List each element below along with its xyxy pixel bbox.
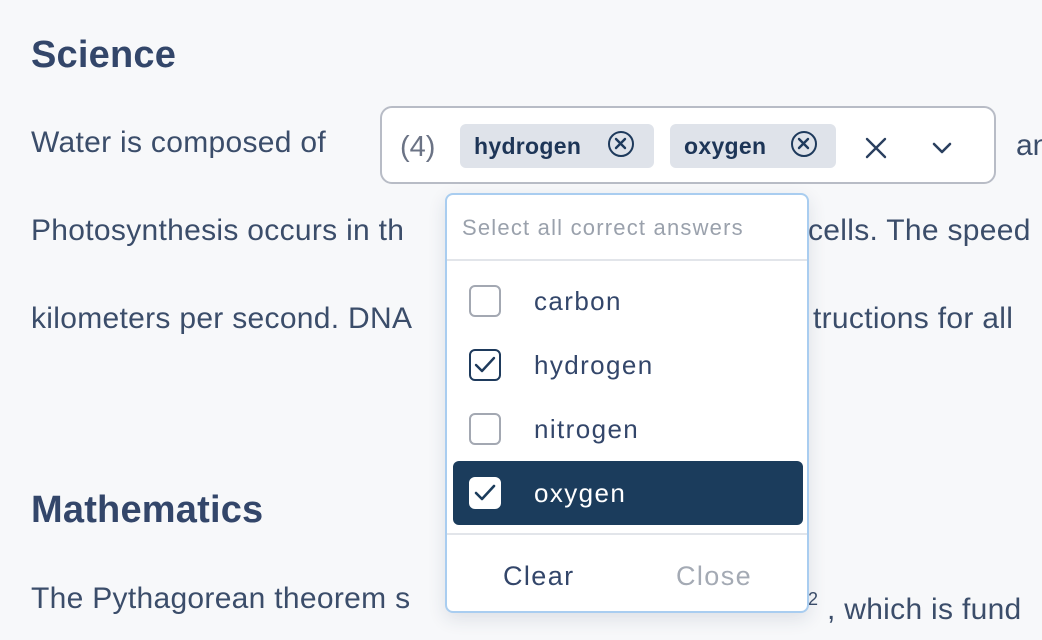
option-label: oxygen [534, 478, 627, 508]
checkbox-unchecked-icon[interactable] [469, 285, 501, 317]
chip-hydrogen: hydrogen [460, 124, 654, 168]
close-icon[interactable] [865, 137, 887, 164]
paragraph-text-right: , which is fund [826, 593, 1022, 626]
checkbox-checked-icon[interactable] [469, 349, 501, 381]
science-paragraph-line-2-right: cells. The speed [808, 213, 1031, 249]
math-paragraph-line-1: The Pythagorean theorem s [31, 581, 410, 617]
answer-multiselect[interactable]: (4) hydrogen oxygen [380, 106, 996, 184]
option-label: nitrogen [534, 414, 640, 444]
question-text-after-select: an [1016, 129, 1042, 162]
option-carbon[interactable]: carbon [453, 269, 803, 333]
chip-label: oxygen [684, 133, 767, 159]
chip-oxygen: oxygen [670, 124, 836, 168]
option-oxygen[interactable]: oxygen [453, 461, 803, 525]
paragraph-text-right: cells. The speed [808, 214, 1031, 247]
clear-button[interactable]: Clear [503, 559, 575, 593]
close-button[interactable]: Close [676, 559, 752, 593]
science-paragraph-line-2: Photosynthesis occurs in th [31, 213, 404, 249]
section-heading-science: Science [31, 34, 177, 76]
selection-count: (4) [400, 131, 436, 163]
math-paragraph-line-1-right: 2 , which is fund [808, 581, 1022, 628]
option-label: carbon [534, 286, 622, 316]
science-paragraph-line-3-right: tructions for all [813, 301, 1013, 337]
answer-dropdown: Select all correct answers carbon hydrog… [445, 193, 809, 613]
chevron-down-icon[interactable] [932, 141, 952, 159]
remove-chip-icon[interactable] [608, 131, 634, 157]
question-text-before-select: Water is composed of [31, 126, 326, 159]
chip-label: hydrogen [474, 133, 582, 159]
science-paragraph-line-3: kilometers per second. DNA [31, 301, 412, 337]
checkbox-checked-icon[interactable] [469, 477, 501, 509]
section-heading-mathematics: Mathematics [31, 489, 264, 531]
remove-chip-icon[interactable] [791, 131, 817, 157]
divider [447, 259, 807, 261]
question-text-water: Water is composed of [31, 125, 326, 161]
paragraph-text-right: tructions for all [813, 302, 1014, 335]
superscript-text: 2 [808, 589, 819, 609]
divider [447, 533, 807, 535]
dropdown-search-placeholder[interactable]: Select all correct answers [462, 214, 744, 242]
option-label: hydrogen [534, 350, 654, 380]
option-nitrogen[interactable]: nitrogen [453, 397, 803, 461]
option-hydrogen[interactable]: hydrogen [453, 333, 803, 397]
paragraph-text-left: Photosynthesis occurs in th [31, 214, 405, 247]
checkbox-unchecked-icon[interactable] [469, 413, 501, 445]
paragraph-text-left: The Pythagorean theorem s [31, 582, 411, 615]
paragraph-text-left: kilometers per second. DNA [31, 302, 413, 335]
